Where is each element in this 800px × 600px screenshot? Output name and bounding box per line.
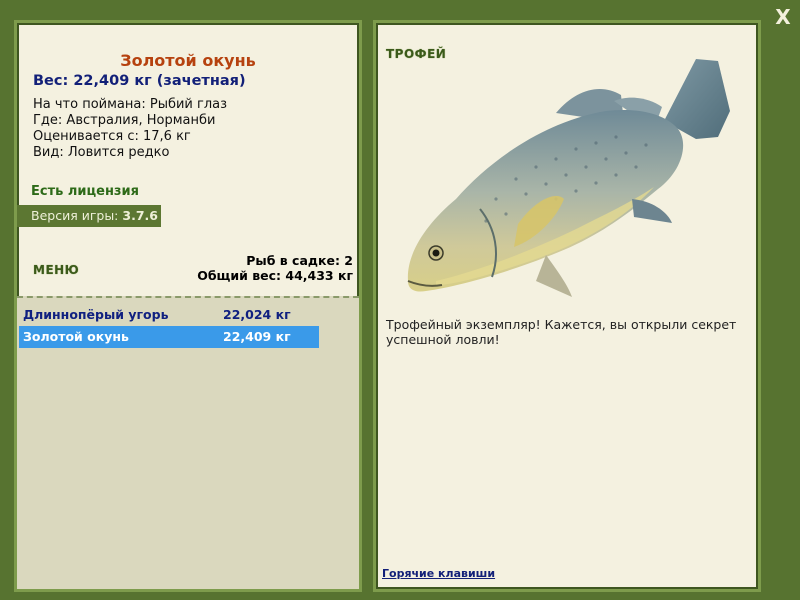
golden-perch-image — [407, 59, 730, 297]
trophy-panel: ТРОФЕЙ Трофейный экземпляр! Кажется, вы … — [373, 20, 761, 592]
license-status: Есть лицензия — [31, 184, 139, 199]
keepnet-count: Рыб в садке: 2 — [246, 253, 353, 268]
catch-list: Длиннопёрый угорь 22,024 кг Золотой окун… — [17, 296, 359, 589]
menu-button[interactable]: МЕНЮ — [33, 263, 79, 277]
catch-row-weight: 22,024 кг — [223, 307, 291, 322]
close-button[interactable]: X — [772, 6, 794, 28]
fish-weight: Вес: 22,409 кг (зачетная) — [33, 73, 246, 89]
game-version: Версия игры: 3.7.6 — [17, 205, 161, 227]
hotkeys-link[interactable]: Горячие клавиши — [382, 567, 495, 580]
catch-row-name: Длиннопёрый угорь — [23, 307, 169, 322]
fish-name: Золотой окунь — [120, 51, 256, 70]
trophy-message: Трофейный экземпляр! Кажется, вы открыли… — [386, 317, 737, 347]
caught-on: На что поймана: Рыбий глаз — [33, 97, 228, 112]
version-label: Версия игры: — [31, 208, 119, 223]
catch-row-weight: 22,409 кг — [223, 329, 291, 344]
keepnet-total-weight: Общий вес: 44,433 кг — [197, 268, 353, 283]
catch-row-1[interactable]: Золотой окунь 22,409 кг — [19, 326, 319, 348]
catch-row-name: Золотой окунь — [23, 329, 129, 344]
catch-info-panel: Золотой окунь Вес: 22,409 кг (зачетная) … — [14, 20, 362, 592]
fish-kind: Вид: Ловится редко — [33, 145, 170, 160]
catch-row-0[interactable]: Длиннопёрый угорь 22,024 кг — [19, 304, 319, 326]
catch-location: Где: Австралия, Норманби — [33, 113, 216, 128]
version-value: 3.7.6 — [122, 208, 158, 223]
valued-from: Оценивается с: 17,6 кг — [33, 129, 191, 144]
